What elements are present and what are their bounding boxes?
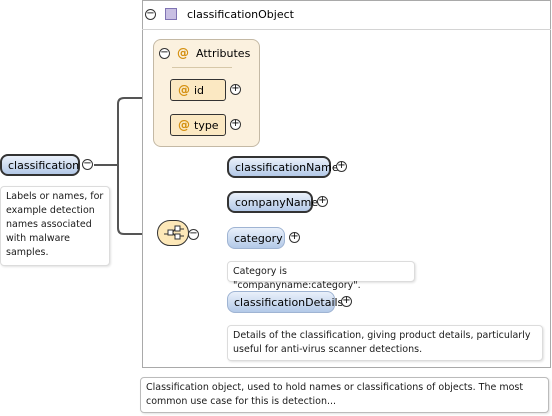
attribute-id-expand-toggle[interactable]: + [230, 84, 241, 95]
type-collapse-toggle[interactable]: − [145, 9, 156, 20]
attributes-collapse-toggle[interactable]: − [159, 48, 170, 59]
element-classificationName[interactable]: classificationName [227, 156, 339, 178]
root-annotation: Labels or names, for example detection n… [0, 186, 110, 266]
type-annotation: Classification object, used to hold name… [140, 377, 549, 413]
category-expand-toggle[interactable]: + [289, 232, 300, 243]
sequence-collapse-toggle[interactable]: − [188, 229, 199, 240]
classificationDetails-annotation: Details of the classification, giving pr… [227, 325, 543, 361]
root-collapse-toggle[interactable]: − [82, 159, 93, 170]
classificationDetails-expand-toggle[interactable]: + [341, 296, 352, 307]
element-companyName[interactable]: companyName [227, 191, 318, 213]
complex-type-icon [165, 8, 177, 20]
element-label: classificationDetails [234, 295, 344, 309]
attribute-id-label: id [194, 83, 205, 97]
attribute-icon: @ [178, 118, 190, 132]
attributes-divider [172, 67, 232, 68]
sequence-compositor[interactable] [157, 220, 189, 246]
companyName-expand-toggle[interactable]: + [317, 196, 328, 207]
type-title: classificationObject [187, 8, 294, 21]
root-element-label: classification [8, 158, 80, 172]
sequence-icon [164, 225, 184, 240]
attributes-at-icon: @ [177, 46, 189, 60]
element-label: classificationName [235, 160, 339, 174]
attributes-title: Attributes [196, 47, 251, 60]
element-label: companyName [235, 195, 319, 209]
attribute-type[interactable]: @ type [170, 114, 226, 136]
root-element-classification[interactable]: classification [0, 154, 80, 176]
element-category[interactable]: category [227, 227, 285, 249]
element-label: category [234, 231, 283, 245]
attribute-type-label: type [194, 118, 219, 132]
element-classificationDetails[interactable]: classificationDetails [227, 291, 343, 313]
classificationName-expand-toggle[interactable]: + [336, 161, 347, 172]
attribute-id[interactable]: @ id [170, 79, 226, 101]
attribute-icon: @ [178, 83, 190, 97]
attribute-type-expand-toggle[interactable]: + [230, 119, 241, 130]
category-annotation: Category is "companyname:category". [227, 261, 415, 291]
type-header-divider [142, 29, 551, 30]
